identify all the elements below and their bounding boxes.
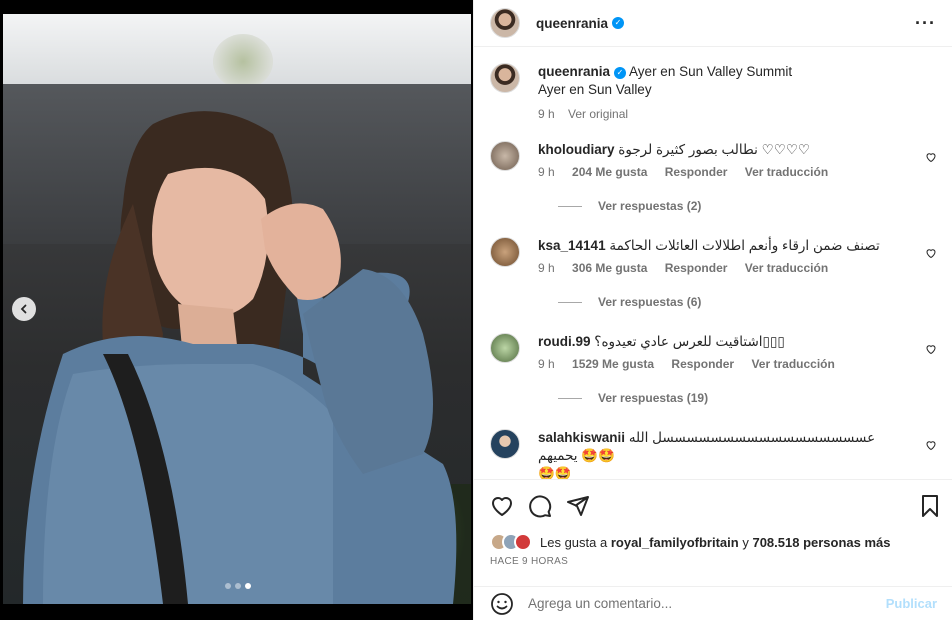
comment-line: roudi.99 اشتاقيت للعرس عادي تعيدوه؟▯▯▯: [538, 333, 907, 351]
caption-text: Ayer en Sun Valley Summit: [629, 64, 793, 79]
comment-line: kholoudiary نطالب بصور كثيرة لرجوة ♡♡♡♡: [538, 141, 907, 159]
comment-like-heart-icon[interactable]: [925, 343, 937, 355]
emoji-smiley-icon[interactable]: [490, 592, 514, 616]
share-paper-plane-icon[interactable]: [566, 494, 590, 518]
save-bookmark-icon[interactable]: [918, 494, 942, 518]
comments-scroll[interactable]: queenrania ✓ Ayer en Sun Valley Summit Ay…: [474, 47, 952, 479]
comment-likes[interactable]: 1529 Me gusta: [572, 357, 654, 371]
reply-button[interactable]: Responder: [665, 165, 728, 179]
post-photo[interactable]: [3, 14, 471, 604]
comment-text: نطالب بصور كثيرة لرجوة ♡♡♡♡: [618, 142, 811, 157]
comment-meta: 9 h 306 Me gusta Responder Ver traducció…: [538, 261, 907, 275]
comment-likes[interactable]: 306 Me gusta: [572, 261, 647, 275]
more-options-icon[interactable]: ···: [915, 14, 936, 32]
commenter-username[interactable]: salahkiswanii: [538, 430, 625, 445]
comment-body: roudi.99 اشتاقيت للعرس عادي تعيدوه؟▯▯▯ 9…: [538, 333, 907, 405]
comment-item: roudi.99 اشتاقيت للعرس عادي تعيدوه؟▯▯▯ 9…: [490, 333, 937, 413]
likes-mid: y: [742, 534, 749, 550]
comment-like-heart-icon[interactable]: [925, 151, 937, 163]
view-replies-label: Ver respuestas (6): [598, 295, 702, 309]
comment-composer: Agrega un comentario... Publicar: [474, 586, 952, 620]
translate-button[interactable]: Ver traducción: [745, 261, 828, 275]
view-replies-button[interactable]: Ver respuestas (6): [490, 295, 907, 309]
comment-meta: 9 h 204 Me gusta Responder Ver traducció…: [538, 165, 907, 179]
commenter-avatar[interactable]: [490, 141, 520, 171]
replies-dash: [558, 205, 582, 207]
comment-text: اشتاقيت للعرس عادي تعيدوه؟▯▯▯: [594, 334, 785, 349]
like-heart-icon[interactable]: [490, 494, 514, 518]
comment-time: 9 h: [538, 357, 555, 371]
post-actions-bar: [474, 479, 952, 529]
comment-time: 9 h: [538, 165, 555, 179]
comment-item: kholoudiary نطالب بصور كثيرة لرجوة ♡♡♡♡ …: [490, 141, 937, 221]
comment-line: ksa_14141 تصنف ضمن ارقاء وأنعم اطلالات ا…: [538, 237, 907, 255]
publish-button[interactable]: Publicar: [886, 596, 937, 611]
caption-row: queenrania ✓ Ayer en Sun Valley Summit Ay…: [490, 63, 937, 123]
translate-button[interactable]: Ver traducción: [751, 357, 834, 371]
comment-meta: 9 h 1529 Me gusta Responder Ver traducci…: [538, 357, 907, 371]
reply-button[interactable]: Responder: [665, 261, 728, 275]
likes-user[interactable]: royal_familyofbritain: [611, 535, 739, 550]
likes-summary: Les gusta a royal_familyofbritain y 708.…: [490, 533, 891, 551]
photo-person: [23, 111, 457, 604]
reply-button[interactable]: Responder: [671, 357, 734, 371]
verified-badge-icon: ✓: [614, 67, 627, 79]
carousel-dot: [225, 583, 231, 589]
carousel-dot-active: [245, 583, 251, 589]
replies-dash: [558, 301, 582, 303]
comment-text-2: 🤩🤩: [538, 466, 572, 479]
likes-prefix: Les gusta a: [540, 534, 608, 550]
commenter-avatar[interactable]: [490, 237, 520, 267]
comment-time: 9 h: [538, 261, 555, 275]
comment-item: salahkiswanii عسسسسسسسسسسسسسسسسسل الله ي…: [490, 429, 937, 479]
view-replies-button[interactable]: Ver respuestas (2): [490, 199, 907, 213]
likes-count[interactable]: 708.518 personas más: [752, 535, 890, 550]
comment-body: ksa_14141 تصنف ضمن ارقاء وأنعم اطلالات ا…: [538, 237, 907, 309]
post-media: [0, 0, 473, 620]
translate-button[interactable]: Ver traducción: [745, 165, 828, 179]
comment-like-heart-icon[interactable]: [925, 247, 937, 259]
view-replies-label: Ver respuestas (19): [598, 391, 709, 405]
instagram-post-view: queenrania ✓ ··· queenrania ✓ Ayer en Sun…: [0, 0, 952, 620]
commenter-avatar[interactable]: [490, 429, 520, 459]
caption-line: queenrania ✓ Ayer en Sun Valley Summit: [538, 63, 937, 81]
post-header: queenrania ✓ ···: [474, 0, 952, 47]
commenter-username[interactable]: roudi.99: [538, 334, 591, 349]
caption-meta: 9 h Ver original: [538, 107, 937, 121]
comment-item: ksa_14141 تصنف ضمن ارقاء وأنعم اطلالات ا…: [490, 237, 937, 317]
comment-body: kholoudiary نطالب بصور كثيرة لرجوة ♡♡♡♡ …: [538, 141, 907, 213]
caption-text-2: Ayer en Sun Valley: [538, 82, 652, 97]
comment-likes[interactable]: 204 Me gusta: [572, 165, 647, 179]
comment-body: salahkiswanii عسسسسسسسسسسسسسسسسسل الله ي…: [538, 429, 907, 479]
see-original-button[interactable]: Ver original: [568, 107, 628, 121]
verified-badge-icon: ✓: [612, 17, 625, 29]
carousel-dot: [235, 583, 241, 589]
caption-avatar[interactable]: [490, 63, 520, 93]
likers-avatars: [490, 533, 532, 551]
liker-avatar: [514, 533, 532, 551]
comment-bubble-icon[interactable]: [528, 494, 552, 518]
view-replies-button[interactable]: Ver respuestas (19): [490, 391, 907, 405]
carousel-indicator: [225, 583, 251, 589]
caption-time: 9 h: [538, 107, 555, 121]
view-replies-label: Ver respuestas (2): [598, 199, 702, 213]
post-timestamp: HACE 9 HORAS: [490, 556, 569, 567]
comment-like-heart-icon[interactable]: [925, 439, 937, 451]
chevron-left-icon: [20, 304, 27, 314]
comment-line: salahkiswanii عسسسسسسسسسسسسسسسسسل الله ي…: [538, 429, 907, 465]
author-username[interactable]: queenrania: [536, 16, 608, 31]
caption-username[interactable]: queenrania: [538, 64, 610, 79]
author-avatar[interactable]: [490, 8, 520, 38]
replies-dash: [558, 397, 582, 399]
commenter-avatar[interactable]: [490, 333, 520, 363]
caption-body: queenrania ✓ Ayer en Sun Valley Summit Ay…: [538, 63, 937, 121]
commenter-username[interactable]: ksa_14141: [538, 238, 606, 253]
comment-text: تصنف ضمن ارقاء وأنعم اطلالات العائلات ال…: [609, 238, 880, 253]
post-details-panel: queenrania ✓ ··· queenrania ✓ Ayer en Sun…: [473, 0, 952, 620]
commenter-username[interactable]: kholoudiary: [538, 142, 615, 157]
carousel-prev-button[interactable]: [12, 297, 36, 321]
comment-input[interactable]: Agrega un comentario...: [528, 596, 886, 611]
